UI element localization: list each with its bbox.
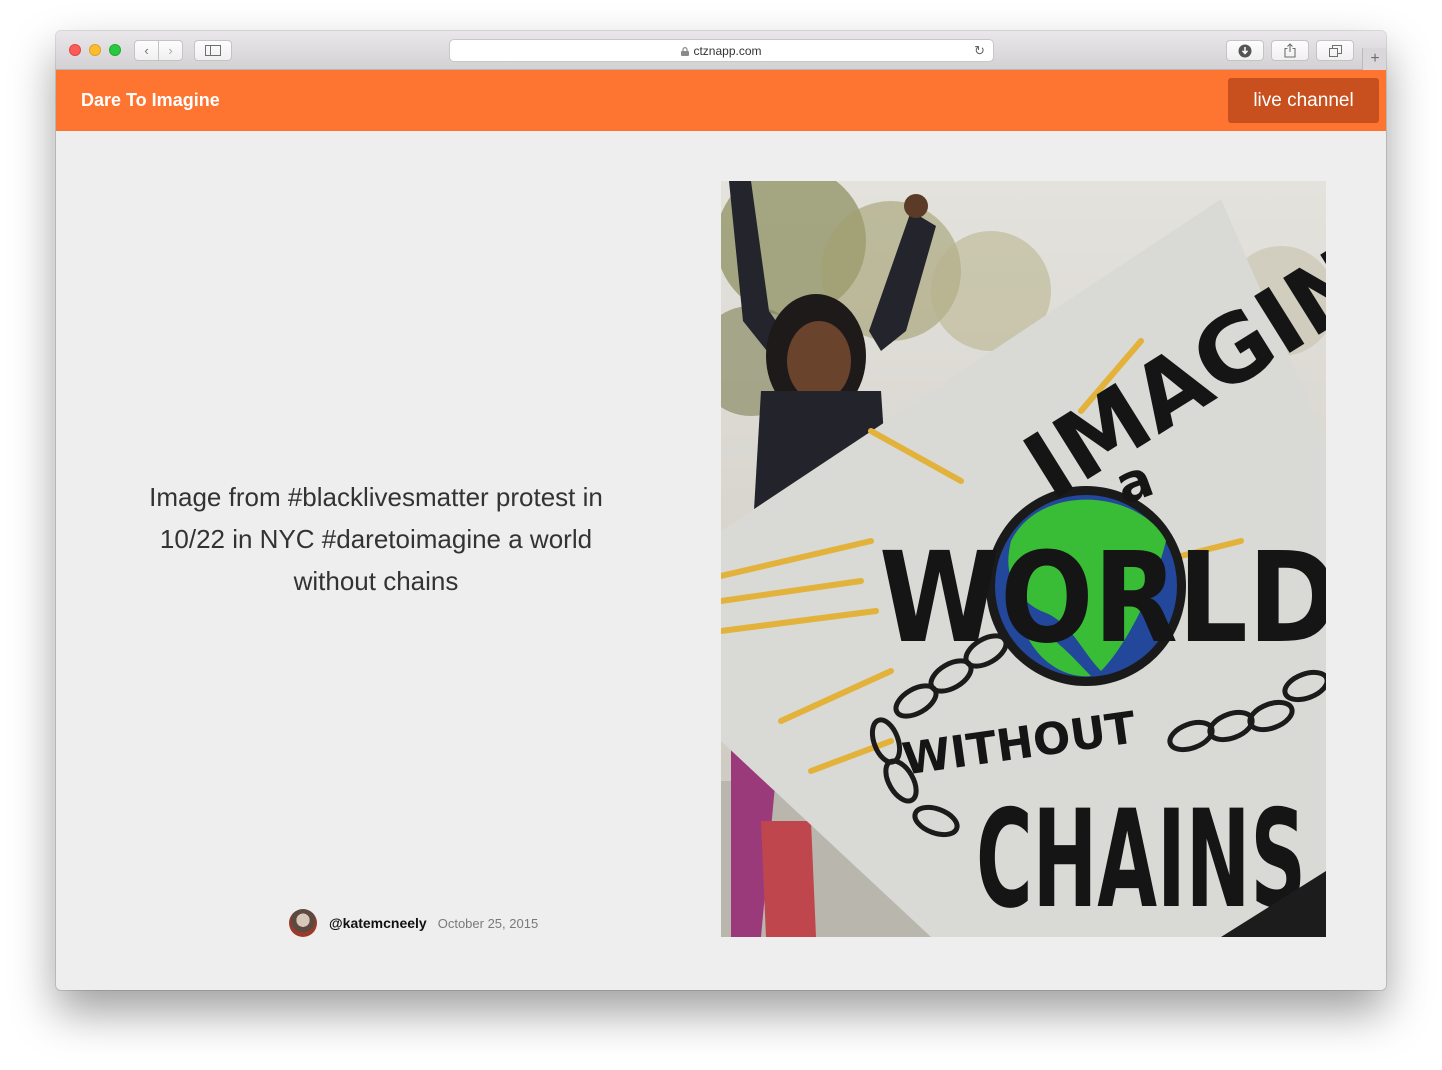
site-header: Dare To Imagine live channel — [56, 70, 1386, 131]
tab-overview-button[interactable] — [1316, 40, 1354, 61]
sign-line-5: CHAINS — [976, 781, 1306, 937]
maximize-window-button[interactable] — [109, 44, 121, 56]
address-bar[interactable]: ctznapp.com ↻ — [449, 39, 994, 62]
plus-icon: + — [1370, 50, 1380, 67]
browser-toolbar: ‹ › ctznapp.com ↻ + — [56, 31, 1386, 70]
tabs-icon — [1328, 44, 1342, 57]
chevron-left-icon: ‹ — [144, 43, 149, 58]
post-username[interactable]: @katemcneely — [329, 915, 427, 931]
avatar[interactable] — [289, 909, 317, 937]
close-window-button[interactable] — [69, 44, 81, 56]
post-photo: IMAGINE a WORLD WITHOUT CHAINS — [721, 181, 1326, 937]
reload-icon[interactable]: ↻ — [974, 43, 985, 59]
sidebar-icon — [205, 45, 221, 56]
new-tab-button[interactable]: + — [1362, 48, 1386, 70]
downloads-button[interactable] — [1226, 40, 1264, 61]
share-icon — [1284, 43, 1296, 58]
sign-line-3: WORLD — [879, 526, 1326, 671]
url-text: ctznapp.com — [693, 43, 762, 58]
forward-button[interactable]: › — [158, 40, 183, 61]
lock-icon — [681, 47, 690, 56]
protest-photo-image: IMAGINE a WORLD WITHOUT CHAINS — [721, 181, 1326, 937]
sidebar-toggle-button[interactable] — [194, 40, 232, 61]
post-date: October 25, 2015 — [437, 915, 539, 931]
post-byline: @katemcneely October 25, 2015 — [289, 908, 538, 938]
back-button[interactable]: ‹ — [134, 40, 159, 61]
chevron-right-icon: › — [168, 43, 173, 58]
browser-window: ‹ › ctznapp.com ↻ + Dare To Imagine live… — [56, 31, 1386, 990]
live-channel-button[interactable]: live channel — [1228, 78, 1379, 123]
download-icon — [1238, 44, 1252, 57]
minimize-window-button[interactable] — [89, 44, 101, 56]
site-title[interactable]: Dare To Imagine — [81, 90, 220, 111]
share-button[interactable] — [1271, 40, 1309, 61]
post-caption: Image from #blacklivesmatter protest in … — [149, 482, 603, 596]
